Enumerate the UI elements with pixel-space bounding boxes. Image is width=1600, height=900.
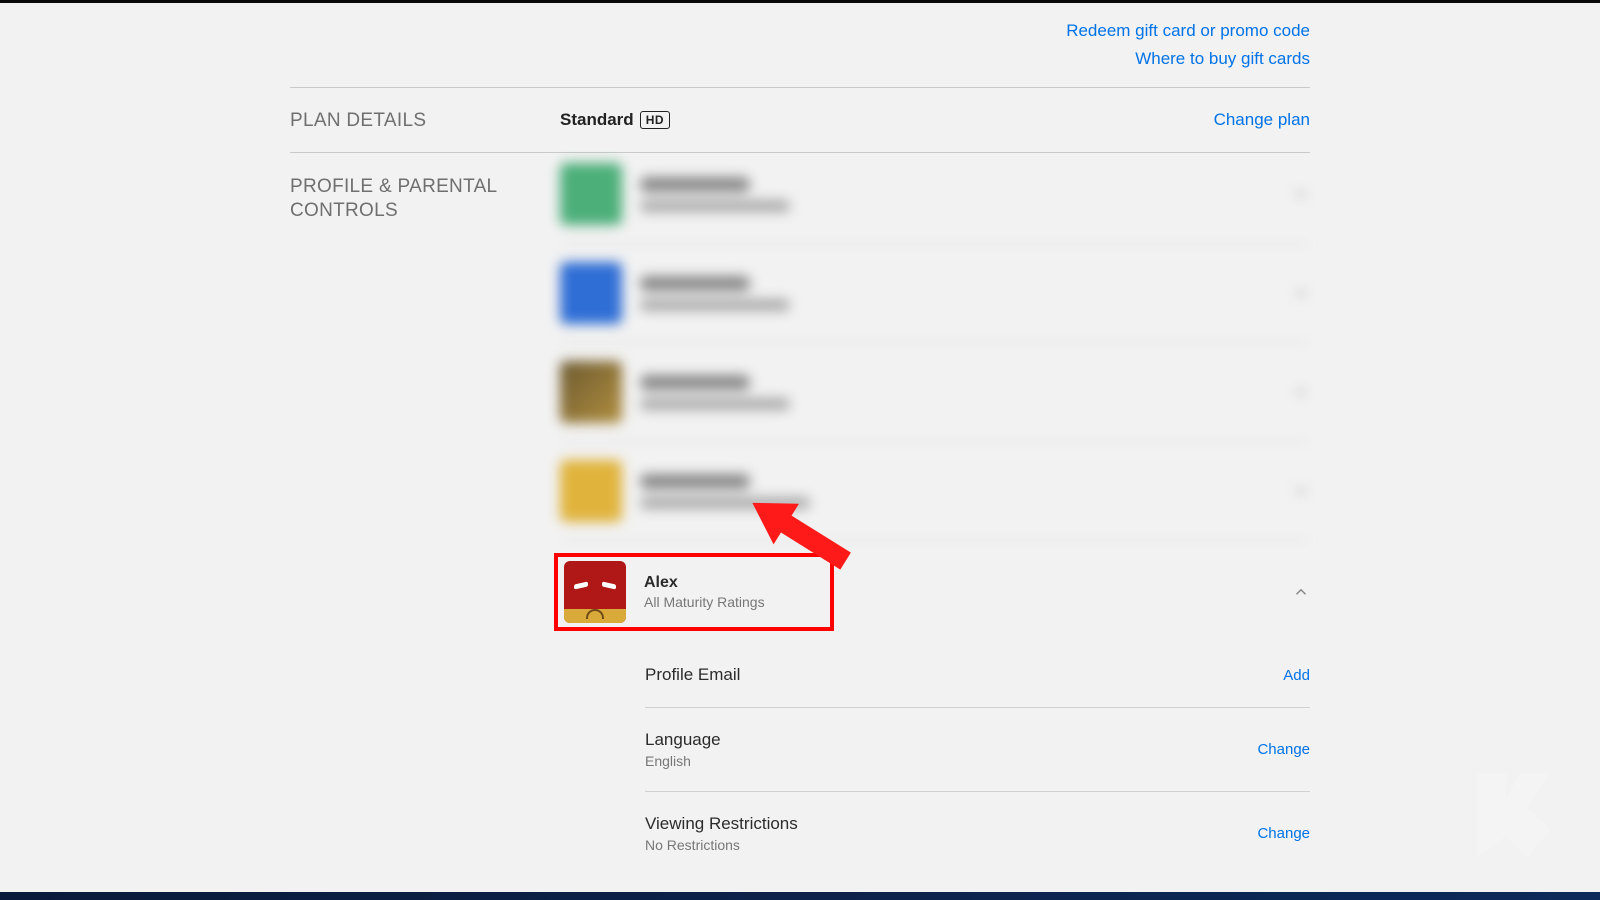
plan-section: PLAN DETAILS Standard HD Change plan (290, 88, 1310, 152)
plan-name: Standard HD (560, 110, 670, 130)
profile-text-blurred (640, 375, 1292, 410)
redeem-gift-link[interactable]: Redeem gift card or promo code (290, 17, 1310, 45)
change-language-link[interactable]: Change (1257, 741, 1310, 758)
plan-name-text: Standard (560, 110, 634, 130)
hd-badge-icon: HD (640, 111, 670, 129)
detail-title: Viewing Restrictions (645, 814, 798, 834)
detail-viewing-restrictions[interactable]: Viewing Restrictions No Restrictions Cha… (645, 792, 1310, 875)
chevron-up-icon (1292, 583, 1310, 601)
profile-text-blurred (640, 474, 1292, 509)
plan-section-label: PLAN DETAILS (290, 88, 560, 132)
profile-row-blurred[interactable] (560, 153, 1310, 244)
bottom-strip (0, 892, 1600, 900)
chevron-down-icon (1292, 284, 1310, 302)
detail-profile-email[interactable]: Profile Email Add (645, 643, 1310, 708)
detail-value: No Restrictions (645, 837, 798, 853)
profile-text-blurred (640, 177, 1292, 212)
avatar-icon (560, 361, 622, 423)
top-links: Redeem gift card or promo code Where to … (290, 11, 1310, 87)
profiles-section-label: PROFILE & PARENTAL CONTROLS (290, 153, 560, 223)
chevron-down-icon (1292, 185, 1310, 203)
chevron-down-icon (1292, 383, 1310, 401)
profile-row-alex[interactable]: Alex All Maturity Ratings (560, 541, 1310, 643)
detail-language[interactable]: Language English Change (645, 708, 1310, 792)
detail-title: Profile Email (645, 665, 740, 685)
detail-value: English (645, 753, 721, 769)
profile-list: Alex All Maturity Ratings Profile Email (560, 153, 1310, 875)
avatar-alex-icon (564, 561, 626, 623)
profile-row-blurred[interactable] (560, 244, 1310, 343)
avatar-icon (560, 460, 622, 522)
profile-detail-list: Profile Email Add Language English Chang… (560, 643, 1310, 875)
watermark-icon (1450, 745, 1590, 890)
profile-name: Alex (644, 574, 824, 592)
change-plan-link[interactable]: Change plan (1214, 110, 1310, 130)
plan-row: Standard HD Change plan (560, 88, 1310, 152)
annotation-highlight: Alex All Maturity Ratings (554, 553, 834, 631)
profile-row-blurred[interactable] (560, 442, 1310, 541)
divider (290, 87, 1310, 88)
chevron-down-icon (1292, 482, 1310, 500)
profile-text-blurred (640, 276, 1292, 311)
add-email-link[interactable]: Add (1283, 667, 1310, 684)
avatar-icon (560, 262, 622, 324)
avatar-icon (560, 163, 622, 225)
divider (290, 152, 1310, 153)
detail-title: Language (645, 730, 721, 750)
change-restrictions-link[interactable]: Change (1257, 825, 1310, 842)
where-buy-link[interactable]: Where to buy gift cards (290, 45, 1310, 73)
profile-row-blurred[interactable] (560, 343, 1310, 442)
page-container: Redeem gift card or promo code Where to … (290, 3, 1310, 875)
profile-subtitle: All Maturity Ratings (644, 594, 824, 610)
